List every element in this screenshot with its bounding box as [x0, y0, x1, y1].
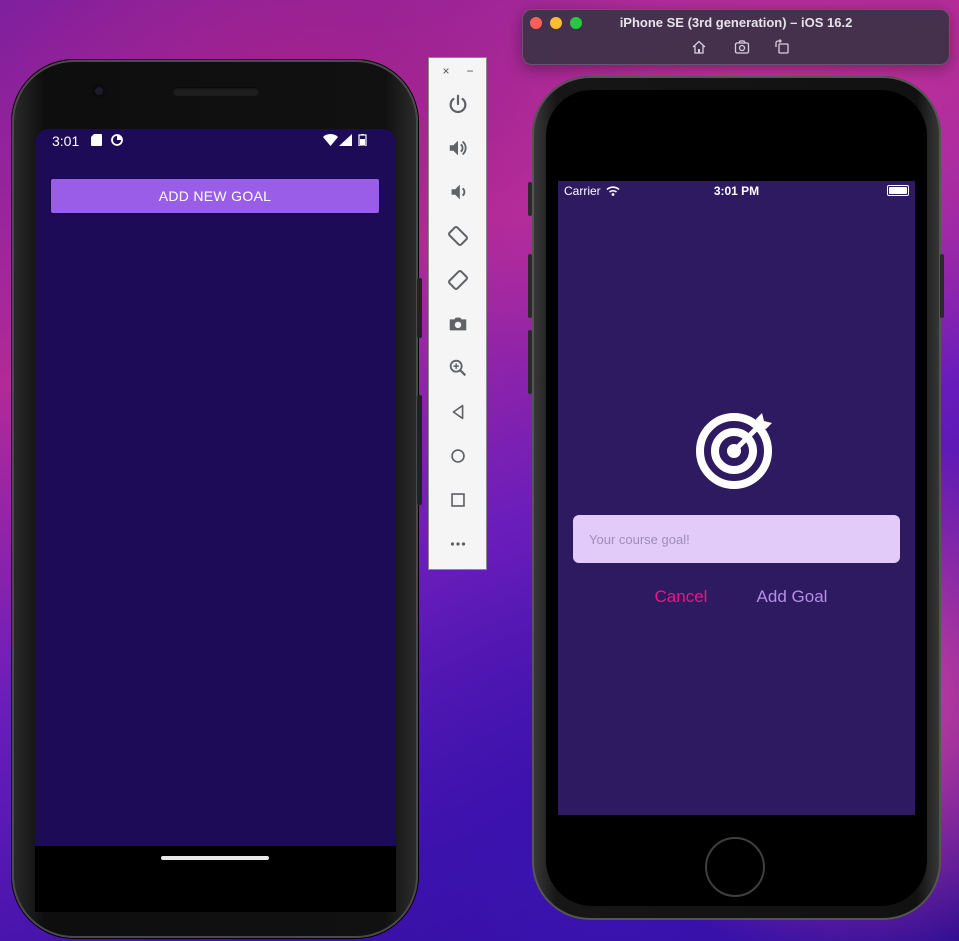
android-screen	[35, 129, 396, 846]
screenshot-icon	[734, 40, 750, 54]
iphone-side-button	[940, 254, 944, 318]
emulator-toolbar: × −	[428, 57, 487, 570]
overview-button[interactable]	[443, 485, 473, 515]
android-status-bar: 3:01	[35, 129, 396, 155]
gesture-home-bar[interactable]	[161, 856, 269, 860]
simulator-rotate-button[interactable]	[774, 39, 792, 57]
cell-signal-icon	[339, 134, 352, 146]
toolbar-close-button[interactable]: ×	[439, 64, 453, 78]
more-button[interactable]	[443, 529, 473, 559]
simulator-home-button[interactable]	[691, 39, 709, 57]
android-power-key	[417, 278, 422, 338]
power-icon	[449, 94, 467, 114]
volume-down-button[interactable]	[443, 177, 473, 207]
simulator-screenshot-button[interactable]	[734, 39, 752, 57]
back-icon	[452, 404, 464, 420]
android-volume-key	[417, 395, 422, 505]
battery-icon	[887, 185, 909, 196]
front-camera	[92, 84, 106, 98]
iphone-volume-down	[528, 330, 532, 394]
volume-up-icon	[449, 140, 467, 156]
wifi-icon	[323, 134, 338, 146]
more-icon	[450, 542, 466, 546]
ios-screen	[558, 181, 915, 815]
iphone-volume-up	[528, 254, 532, 318]
rotate-right-icon	[448, 270, 468, 290]
back-button[interactable]	[443, 397, 473, 427]
simulator-title-bar: iPhone SE (3rd generation) – iOS 16.2	[522, 9, 950, 65]
home-button[interactable]	[443, 441, 473, 471]
iphone-home-button[interactable]	[705, 837, 765, 897]
volume-up-button[interactable]	[443, 133, 473, 163]
iphone-mute-switch	[528, 182, 532, 216]
cancel-button[interactable]: Cancel	[646, 584, 716, 610]
overview-icon	[451, 493, 465, 507]
goal-target-icon	[696, 413, 772, 489]
ios-status-bar: Carrier 3:01 PM	[558, 181, 915, 201]
simulator-window-title: iPhone SE (3rd generation) – iOS 16.2	[619, 15, 853, 30]
rotate-left-button[interactable]	[443, 221, 473, 251]
home-icon	[451, 449, 465, 463]
sd-card-icon	[91, 134, 102, 146]
android-status-time: 3:01	[52, 133, 80, 149]
battery-icon	[358, 134, 367, 146]
zoom-button[interactable]	[443, 353, 473, 383]
data-saver-icon	[111, 134, 123, 146]
camera-icon	[449, 317, 467, 331]
add-goal-button[interactable]: Add Goal	[748, 584, 836, 610]
home-icon	[692, 40, 706, 54]
screenshot-button[interactable]	[443, 309, 473, 339]
ios-status-time: 3:01 PM	[713, 184, 760, 198]
course-goal-input[interactable]	[573, 515, 900, 563]
rotate-left-icon	[448, 226, 468, 246]
add-new-goal-button[interactable]: ADD NEW GOAL	[51, 179, 379, 213]
rotate-right-button[interactable]	[443, 265, 473, 295]
toolbar-minimize-button[interactable]: −	[463, 64, 477, 78]
earpiece-speaker	[172, 87, 260, 96]
volume-down-icon	[451, 184, 466, 200]
power-button[interactable]	[443, 89, 473, 119]
zoom-icon	[449, 359, 467, 377]
rotate-icon	[775, 39, 789, 54]
